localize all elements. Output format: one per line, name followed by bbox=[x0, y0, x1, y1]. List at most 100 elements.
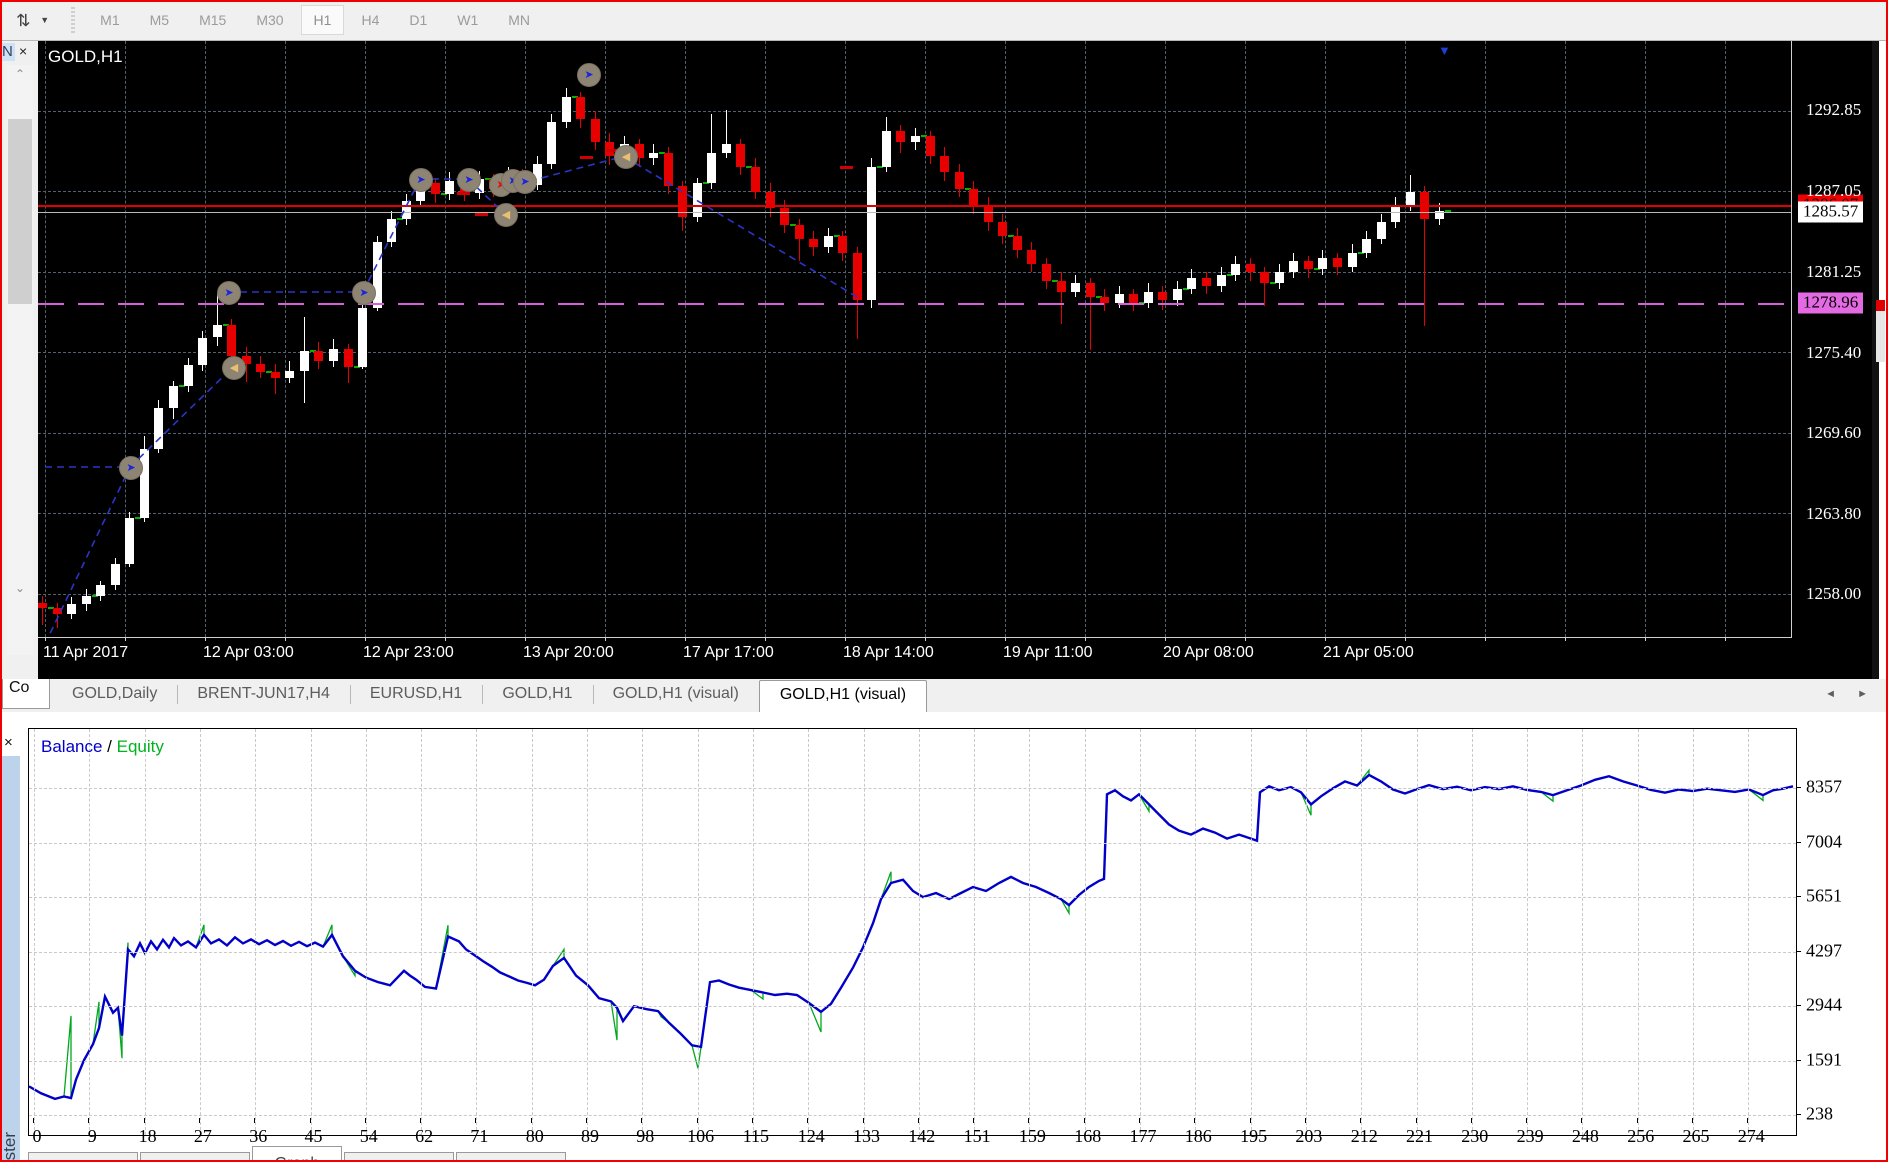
price-tick-label: 1258.00 bbox=[1806, 584, 1862, 604]
tester-x-label: 177 bbox=[1129, 1126, 1157, 1146]
price-axis[interactable]: 1286.07 1285.57 1278.96 1292.851287.0512… bbox=[1794, 41, 1879, 679]
tester-tab-journal[interactable]: Journal bbox=[456, 1152, 566, 1162]
price-tick-label: 1269.60 bbox=[1806, 423, 1862, 443]
tester-x-label: 89 bbox=[581, 1126, 599, 1146]
tester-grid-vline bbox=[144, 729, 146, 1135]
trade-marker-buy: ➤ bbox=[577, 63, 601, 87]
tester-x-tick bbox=[641, 1118, 643, 1123]
scroll-down-icon[interactable]: ⌄ bbox=[7, 581, 33, 595]
chart-tab-gold-h1-visual-[interactable]: GOLD,H1 (visual) bbox=[592, 679, 759, 712]
tester-graph-surface[interactable]: Balance / Equity bbox=[28, 728, 1797, 1136]
chart-mode-button[interactable]: ⇄ ▼ bbox=[14, 10, 49, 30]
tester-tab-graph[interactable]: Graph bbox=[252, 1146, 342, 1162]
price-tick-label: 1292.85 bbox=[1806, 100, 1862, 120]
trade-marker-buy: ➤ bbox=[119, 456, 143, 480]
tester-x-label: 36 bbox=[249, 1126, 268, 1146]
timeframe-button-H4[interactable]: H4 bbox=[348, 5, 392, 35]
time-label: 12 Apr 03:00 bbox=[203, 644, 294, 661]
tester-grid-vline bbox=[1416, 729, 1418, 1135]
time-label: 18 Apr 14:00 bbox=[843, 644, 934, 661]
time-tick bbox=[1005, 637, 1006, 641]
chart-tab-brent-jun17-h4[interactable]: BRENT-JUN17,H4 bbox=[177, 679, 349, 712]
tab-scroll-right-icon[interactable]: ► bbox=[1857, 688, 1868, 700]
close-icon[interactable]: × bbox=[19, 43, 27, 59]
buy-arrow-icon: ➤ bbox=[416, 173, 426, 186]
tester-y-label: 238 bbox=[1806, 1103, 1833, 1124]
tester-grid-vline bbox=[1250, 729, 1252, 1135]
tester-grid-vline bbox=[642, 729, 644, 1135]
close-icon[interactable]: × bbox=[4, 734, 13, 751]
tester-partial-title: ster bbox=[0, 1131, 19, 1160]
right-mini-scrollbar[interactable] bbox=[1876, 300, 1885, 362]
tester-y-tick bbox=[1796, 1114, 1801, 1116]
timeframe-button-M15[interactable]: M15 bbox=[186, 5, 239, 35]
tester-x-tick bbox=[88, 1118, 90, 1123]
time-tick bbox=[1485, 637, 1486, 641]
tester-x-tick bbox=[1360, 1118, 1362, 1123]
tester-x-label: 256 bbox=[1627, 1126, 1655, 1146]
strategy-tester-panel: × ster Balance / Equity SettingsResultsG… bbox=[0, 712, 1888, 1162]
main-chart-window: GOLD,H1 ▼ ➤➤◀➤➤➤➤➤➤➤◀◀ 11 Apr 201712 Apr… bbox=[38, 41, 1879, 679]
tester-y-tick bbox=[1796, 1059, 1801, 1061]
tester-grid-vline bbox=[1748, 729, 1750, 1135]
timeframe-button-W1[interactable]: W1 bbox=[444, 5, 491, 35]
timeframe-button-M5[interactable]: M5 bbox=[137, 5, 182, 35]
time-tick bbox=[765, 637, 766, 641]
chart-tab-gold-daily[interactable]: GOLD,Daily bbox=[52, 679, 177, 712]
tester-x-tick bbox=[917, 1118, 919, 1123]
tester-y-label: 8357 bbox=[1806, 776, 1842, 797]
tester-x-tick bbox=[1194, 1118, 1196, 1123]
tester-grid-vline bbox=[365, 729, 367, 1135]
timeframe-button-M1[interactable]: M1 bbox=[87, 5, 132, 35]
timeframe-button-D1[interactable]: D1 bbox=[396, 5, 440, 35]
timeframe-button-H1[interactable]: H1 bbox=[300, 5, 345, 35]
toolbar-drag-handle[interactable] bbox=[71, 7, 76, 33]
tester-grid-vline bbox=[199, 729, 201, 1135]
chart-tab-eurusd-h1[interactable]: EURUSD,H1 bbox=[349, 679, 482, 712]
chart-tab-gold-h1[interactable]: GOLD,H1 bbox=[482, 679, 592, 712]
buy-arrow-icon: ➤ bbox=[126, 461, 136, 474]
tester-tab-results[interactable]: Results bbox=[140, 1152, 250, 1162]
tester-x-label: 239 bbox=[1516, 1126, 1544, 1146]
tester-x-tick bbox=[751, 1118, 753, 1123]
tester-x-label: 80 bbox=[525, 1126, 544, 1146]
chart-tab-gold-h1-visual-[interactable]: GOLD,H1 (visual) bbox=[758, 680, 928, 712]
tester-grid-vline bbox=[1084, 729, 1086, 1135]
scroll-up-icon[interactable]: ⌃ bbox=[7, 67, 33, 81]
tester-y-label: 1591 bbox=[1806, 1049, 1842, 1070]
navigator-scrollbar[interactable]: ⌃ ⌄ bbox=[7, 65, 33, 655]
tester-grid-vline bbox=[476, 729, 478, 1135]
tester-x-label: 9 bbox=[87, 1126, 97, 1146]
tester-tab-settings[interactable]: Settings bbox=[28, 1152, 138, 1162]
chevron-down-icon[interactable]: ▼ bbox=[40, 15, 49, 25]
tester-x-label: 151 bbox=[963, 1126, 991, 1146]
timeframe-button-MN[interactable]: MN bbox=[495, 5, 543, 35]
tester-tab-report[interactable]: Report bbox=[344, 1152, 454, 1162]
tester-x-label: 124 bbox=[797, 1126, 825, 1146]
buy-arrow-icon: ➤ bbox=[359, 286, 369, 299]
tester-x-label: 230 bbox=[1461, 1126, 1489, 1146]
tab-scroll-left-icon[interactable]: ◄ bbox=[1825, 688, 1836, 700]
arrow-down-object-icon[interactable]: ▼ bbox=[1438, 43, 1451, 58]
time-tick bbox=[1245, 637, 1246, 641]
time-label: 12 Apr 23:00 bbox=[363, 644, 454, 661]
tester-y-tick bbox=[1796, 950, 1801, 952]
scrollbar-thumb[interactable] bbox=[8, 119, 32, 304]
tester-legend: Balance / Equity bbox=[41, 737, 164, 757]
tester-x-label: 45 bbox=[304, 1126, 323, 1146]
timeframe-button-M30[interactable]: M30 bbox=[243, 5, 296, 35]
tester-grid-vline bbox=[310, 729, 312, 1135]
buy-arrow-icon: ➤ bbox=[584, 68, 594, 81]
tester-x-label: 54 bbox=[359, 1126, 378, 1146]
time-axis[interactable]: 11 Apr 2017 12 Apr 03:00 12 Apr 23:00 13 Ap… bbox=[38, 637, 1791, 679]
trade-marker-buy: ➤ bbox=[409, 168, 433, 192]
tester-grid-vline bbox=[421, 729, 423, 1135]
candlestick-chart-surface[interactable]: GOLD,H1 ▼ ➤➤◀➤➤➤➤➤➤➤◀◀ bbox=[38, 41, 1792, 638]
time-tick bbox=[1725, 637, 1726, 641]
tester-x-tick bbox=[1470, 1118, 1472, 1123]
tester-grid-vline bbox=[918, 729, 920, 1135]
trade-marker-buy: ➤ bbox=[217, 281, 241, 305]
chart-symbol-label: GOLD,H1 bbox=[48, 47, 123, 66]
tester-x-tick bbox=[973, 1118, 975, 1123]
tester-x-tick bbox=[475, 1118, 477, 1123]
